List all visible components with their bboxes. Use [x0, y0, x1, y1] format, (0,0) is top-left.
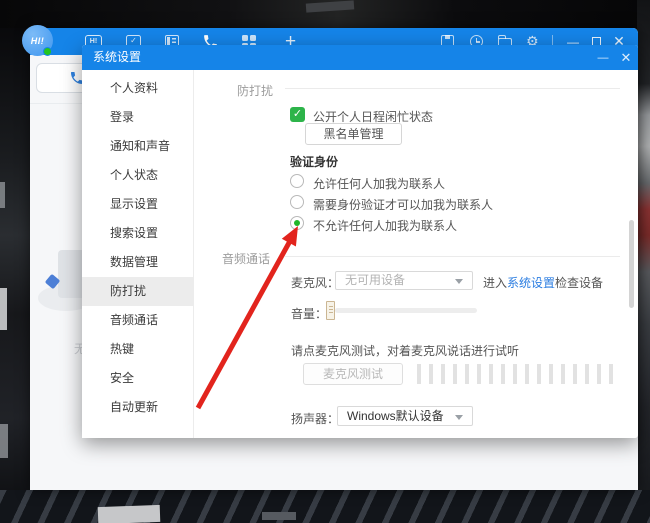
mic-level-meter — [417, 364, 617, 384]
sidebar-item-4[interactable]: 显示设置 — [82, 190, 193, 219]
sidebar-item-2[interactable]: 通知和声音 — [82, 132, 193, 161]
chevron-down-icon — [455, 415, 463, 420]
meter-bar — [597, 364, 601, 384]
settings-content: 防打扰 ✓ 公开个人日程闲忙状态 黑名单管理 验证身份 允许任何人加我为联系人 … — [195, 70, 638, 438]
verify-identity-title: 验证身份 — [290, 153, 338, 170]
sidebar-item-5[interactable]: 搜索设置 — [82, 219, 193, 248]
radio-label: 允许任何人加我为联系人 — [313, 175, 445, 192]
sidebar-item-10[interactable]: 安全 — [82, 364, 193, 393]
mic-test-hint: 请点麦克风测试，对着麦克风说话进行试听 — [291, 342, 519, 359]
settings-sidebar: 个人资料登录通知和声音个人状态显示设置搜索设置数据管理防打扰音频通话热键安全自动… — [82, 70, 194, 438]
speaker-value: Windows默认设备 — [347, 407, 444, 425]
dialog-header[interactable]: 系统设置 — ✕ — [82, 45, 638, 70]
blacklist-manage-button[interactable]: 黑名单管理 — [305, 123, 402, 145]
system-settings-link[interactable]: 系统设置 — [507, 276, 555, 290]
desktop: HI! H! ✓ + — [0, 0, 650, 523]
meter-bar — [525, 364, 529, 384]
wallpaper-detail — [0, 288, 7, 330]
meter-bar — [417, 364, 421, 384]
meter-bar — [429, 364, 433, 384]
dialog-title: 系统设置 — [93, 45, 141, 70]
desktop-wallpaper-right — [637, 0, 650, 523]
wallpaper-detail — [262, 512, 296, 520]
meter-bar — [609, 364, 613, 384]
meter-bar — [489, 364, 493, 384]
section-title-dnd: 防打扰 — [237, 82, 273, 99]
schedule-status-checkbox[interactable]: ✓ — [290, 107, 305, 122]
hint-suffix: 检查设备 — [555, 276, 603, 290]
mic-settings-hint: 进入系统设置检查设备 — [483, 274, 603, 291]
sidebar-item-7[interactable]: 防打扰 — [82, 277, 193, 306]
sidebar-item-1[interactable]: 登录 — [82, 103, 193, 132]
chevron-down-icon — [455, 279, 463, 284]
meter-bar — [477, 364, 481, 384]
meter-bar — [573, 364, 577, 384]
meter-bar — [501, 364, 505, 384]
sidebar-items: 个人资料登录通知和声音个人状态显示设置搜索设置数据管理防打扰音频通话热键安全自动… — [82, 70, 193, 422]
meter-bar — [465, 364, 469, 384]
radio-label: 需要身份验证才可以加我为联系人 — [313, 196, 493, 213]
sidebar-item-0[interactable]: 个人资料 — [82, 74, 193, 103]
radio-circle — [290, 174, 304, 188]
online-status-dot — [43, 47, 52, 56]
sidebar-item-3[interactable]: 个人状态 — [82, 161, 193, 190]
section-divider — [285, 88, 620, 89]
volume-label: 音量： — [291, 305, 327, 322]
volume-slider-handle[interactable] — [326, 301, 335, 320]
sidebar-item-9[interactable]: 热键 — [82, 335, 193, 364]
dialog-minimize-button[interactable]: — — [592, 45, 614, 70]
microphone-label: 麦克风： — [291, 274, 339, 291]
meter-bar — [441, 364, 445, 384]
dialog-scrollbar-thumb[interactable] — [629, 220, 634, 308]
meter-bar — [549, 364, 553, 384]
settings-dialog: 系统设置 — ✕ 个人资料登录通知和声音个人状态显示设置搜索设置数据管理防打扰音… — [82, 45, 638, 438]
radio-circle — [290, 195, 304, 209]
sidebar-item-6[interactable]: 数据管理 — [82, 248, 193, 277]
sidebar-item-8[interactable]: 音频通话 — [82, 306, 193, 335]
meter-bar — [561, 364, 565, 384]
dialog-close-button[interactable]: ✕ — [615, 45, 637, 70]
microphone-value: 无可用设备 — [345, 272, 405, 289]
sidebar-item-11[interactable]: 自动更新 — [82, 393, 193, 422]
volume-slider-track[interactable] — [335, 308, 477, 313]
meter-bar — [513, 364, 517, 384]
meter-bar — [585, 364, 589, 384]
hint-prefix: 进入 — [483, 276, 507, 290]
section-divider — [285, 256, 620, 257]
meter-bar — [537, 364, 541, 384]
radio-circle-selected — [290, 216, 304, 230]
wallpaper-detail — [0, 424, 8, 458]
radio-label: 不允许任何人加我为联系人 — [313, 217, 457, 234]
speaker-dropdown[interactable]: Windows默认设备 — [337, 406, 473, 426]
section-title-audio: 音频通话 — [222, 250, 270, 267]
microphone-dropdown[interactable]: 无可用设备 — [335, 271, 473, 290]
avatar-logo-text: HI! — [31, 36, 45, 46]
meter-bar — [453, 364, 457, 384]
wallpaper-detail — [98, 505, 161, 523]
mic-test-button[interactable]: 麦克风测试 — [303, 363, 403, 385]
wallpaper-detail — [0, 182, 5, 208]
speaker-label: 扬声器： — [291, 410, 339, 427]
